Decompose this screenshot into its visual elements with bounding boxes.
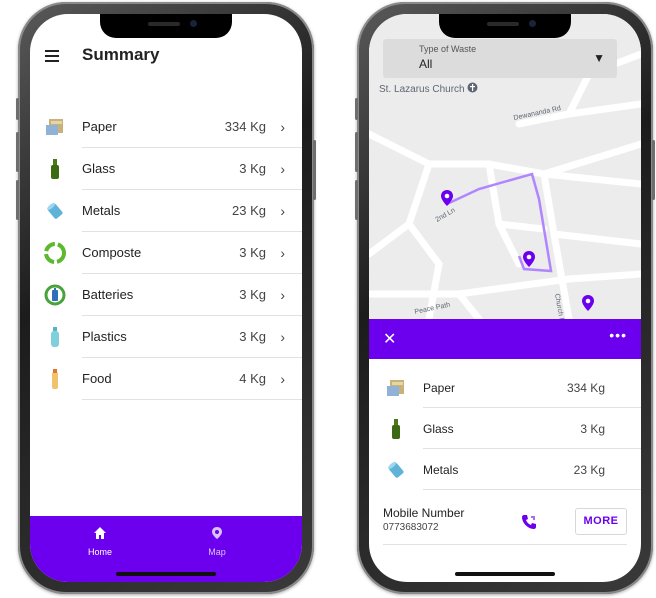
waste-type-select[interactable]: Type of Waste All ▼ [383,39,617,78]
list-item-composte[interactable]: Composte 3 Kg › [30,232,302,274]
menu-icon[interactable] [45,50,59,62]
item-label: Paper [423,381,456,395]
item-label: Plastics [82,329,127,344]
item-weight: 3 Kg [580,422,605,436]
nav-map[interactable]: Map [187,526,247,557]
app-bar: Summary [30,40,302,72]
close-icon[interactable]: ✕ [383,329,396,349]
item-weight: 334 Kg [224,119,266,134]
power-button [313,140,316,200]
mobile-number-label: Mobile Number [383,506,465,520]
volume-down-button [355,180,358,220]
map-pin-icon [212,527,222,539]
page-title: Summary [82,45,160,64]
mute-switch [355,98,358,120]
place-label-church: St. Lazarus Church [379,82,478,95]
glass-bottle-icon [392,419,400,439]
recycle-icon [44,242,66,264]
item-weight: 4 Kg [239,371,266,386]
map-marker-icon[interactable] [522,250,536,268]
summary-screen: Summary Paper 334 Kg › Glass 3 Kg › Meta… [30,14,302,582]
chevron-right-icon: › [280,245,285,261]
list-item-paper: Paper 334 Kg [369,367,641,408]
nav-home-label: Home [87,547,112,557]
item-label: Food [82,371,112,386]
item-label: Batteries [82,287,134,302]
item-weight: 3 Kg [239,287,266,302]
map-marker-icon[interactable] [581,294,595,312]
volume-down-button [16,180,19,220]
item-label: Paper [82,119,117,134]
home-icon [94,527,106,539]
volume-up-button [355,132,358,172]
left-phone-frame: Summary Paper 334 Kg › Glass 3 Kg › Meta… [16,2,316,594]
right-phone-frame: Dewananda Rd 2nd Ln Church Rd Peace Path… [355,2,655,594]
list-item-metals[interactable]: Metals 23 Kg › [30,190,302,232]
more-button[interactable]: MORE [575,508,627,535]
list-item-metals: Metals 23 Kg [369,449,641,490]
battery-icon [44,284,66,306]
chevron-right-icon: › [280,161,285,177]
divider [383,544,627,545]
item-weight: 3 Kg [239,329,266,344]
more-options-icon[interactable]: ••• [609,327,627,343]
home-indicator [455,572,555,576]
power-button [652,140,655,200]
chevron-right-icon: › [280,287,285,303]
chevron-right-icon: › [280,119,285,135]
item-label: Metals [82,203,121,218]
item-weight: 3 Kg [239,161,266,176]
church-name: St. Lazarus Church [379,84,465,95]
divider [82,399,302,400]
item-label: Glass [82,161,116,176]
list-item-plastics[interactable]: Plastics 3 Kg › [30,316,302,358]
mobile-number-value: 0773683072 [383,522,439,533]
map-view[interactable]: Dewananda Rd 2nd Ln Church Rd Peace Path… [369,14,641,319]
item-label: Glass [423,422,454,436]
location-waste-list: Paper 334 Kg Glass 3 Kg Metals 23 Kg [369,367,641,490]
item-weight: 334 Kg [566,381,605,395]
food-icon [52,369,58,389]
volume-up-button [16,132,19,172]
item-weight: 3 Kg [239,245,266,260]
home-indicator [116,572,216,576]
mute-switch [16,98,19,120]
select-value: All [419,57,433,71]
list-item-glass[interactable]: Glass 3 Kg › [30,148,302,190]
mobile-number-block: Mobile Number 0773683072 [383,506,464,533]
chevron-down-icon: ▼ [593,51,605,65]
church-icon [467,82,478,93]
map-screen: Dewananda Rd 2nd Ln Church Rd Peace Path… [369,14,641,582]
list-item-food[interactable]: Food 4 Kg › [30,358,302,400]
chevron-right-icon: › [280,371,285,387]
phone-call-icon[interactable] [521,514,537,530]
plastic-bottle-icon [51,327,59,347]
paper-icon [46,119,63,135]
list-item-glass: Glass 3 Kg [369,408,641,449]
details-header: ✕ ••• [369,319,641,359]
item-label: Metals [423,463,459,477]
list-item-paper[interactable]: Paper 334 Kg › [30,106,302,148]
divider [423,489,641,490]
nav-home[interactable]: Home [70,526,130,557]
chevron-right-icon: › [280,329,285,345]
metal-can-icon [388,461,404,478]
notch [100,14,232,38]
glass-bottle-icon [51,159,59,179]
notch [439,14,571,38]
nav-map-label: Map [208,547,226,557]
item-label: Composte [82,245,142,260]
map-marker-icon[interactable] [440,189,454,207]
item-weight: 23 Kg [232,203,266,218]
metal-can-icon [47,202,63,219]
list-item-batteries[interactable]: Batteries 3 Kg › [30,274,302,316]
select-caption: Type of Waste [419,44,477,54]
road-label-2nd-ln: 2nd Ln [435,207,457,224]
chevron-right-icon: › [280,203,285,219]
item-weight: 23 Kg [573,463,605,477]
paper-icon [387,380,404,396]
waste-summary-list: Paper 334 Kg › Glass 3 Kg › Metals 23 Kg… [30,106,302,400]
